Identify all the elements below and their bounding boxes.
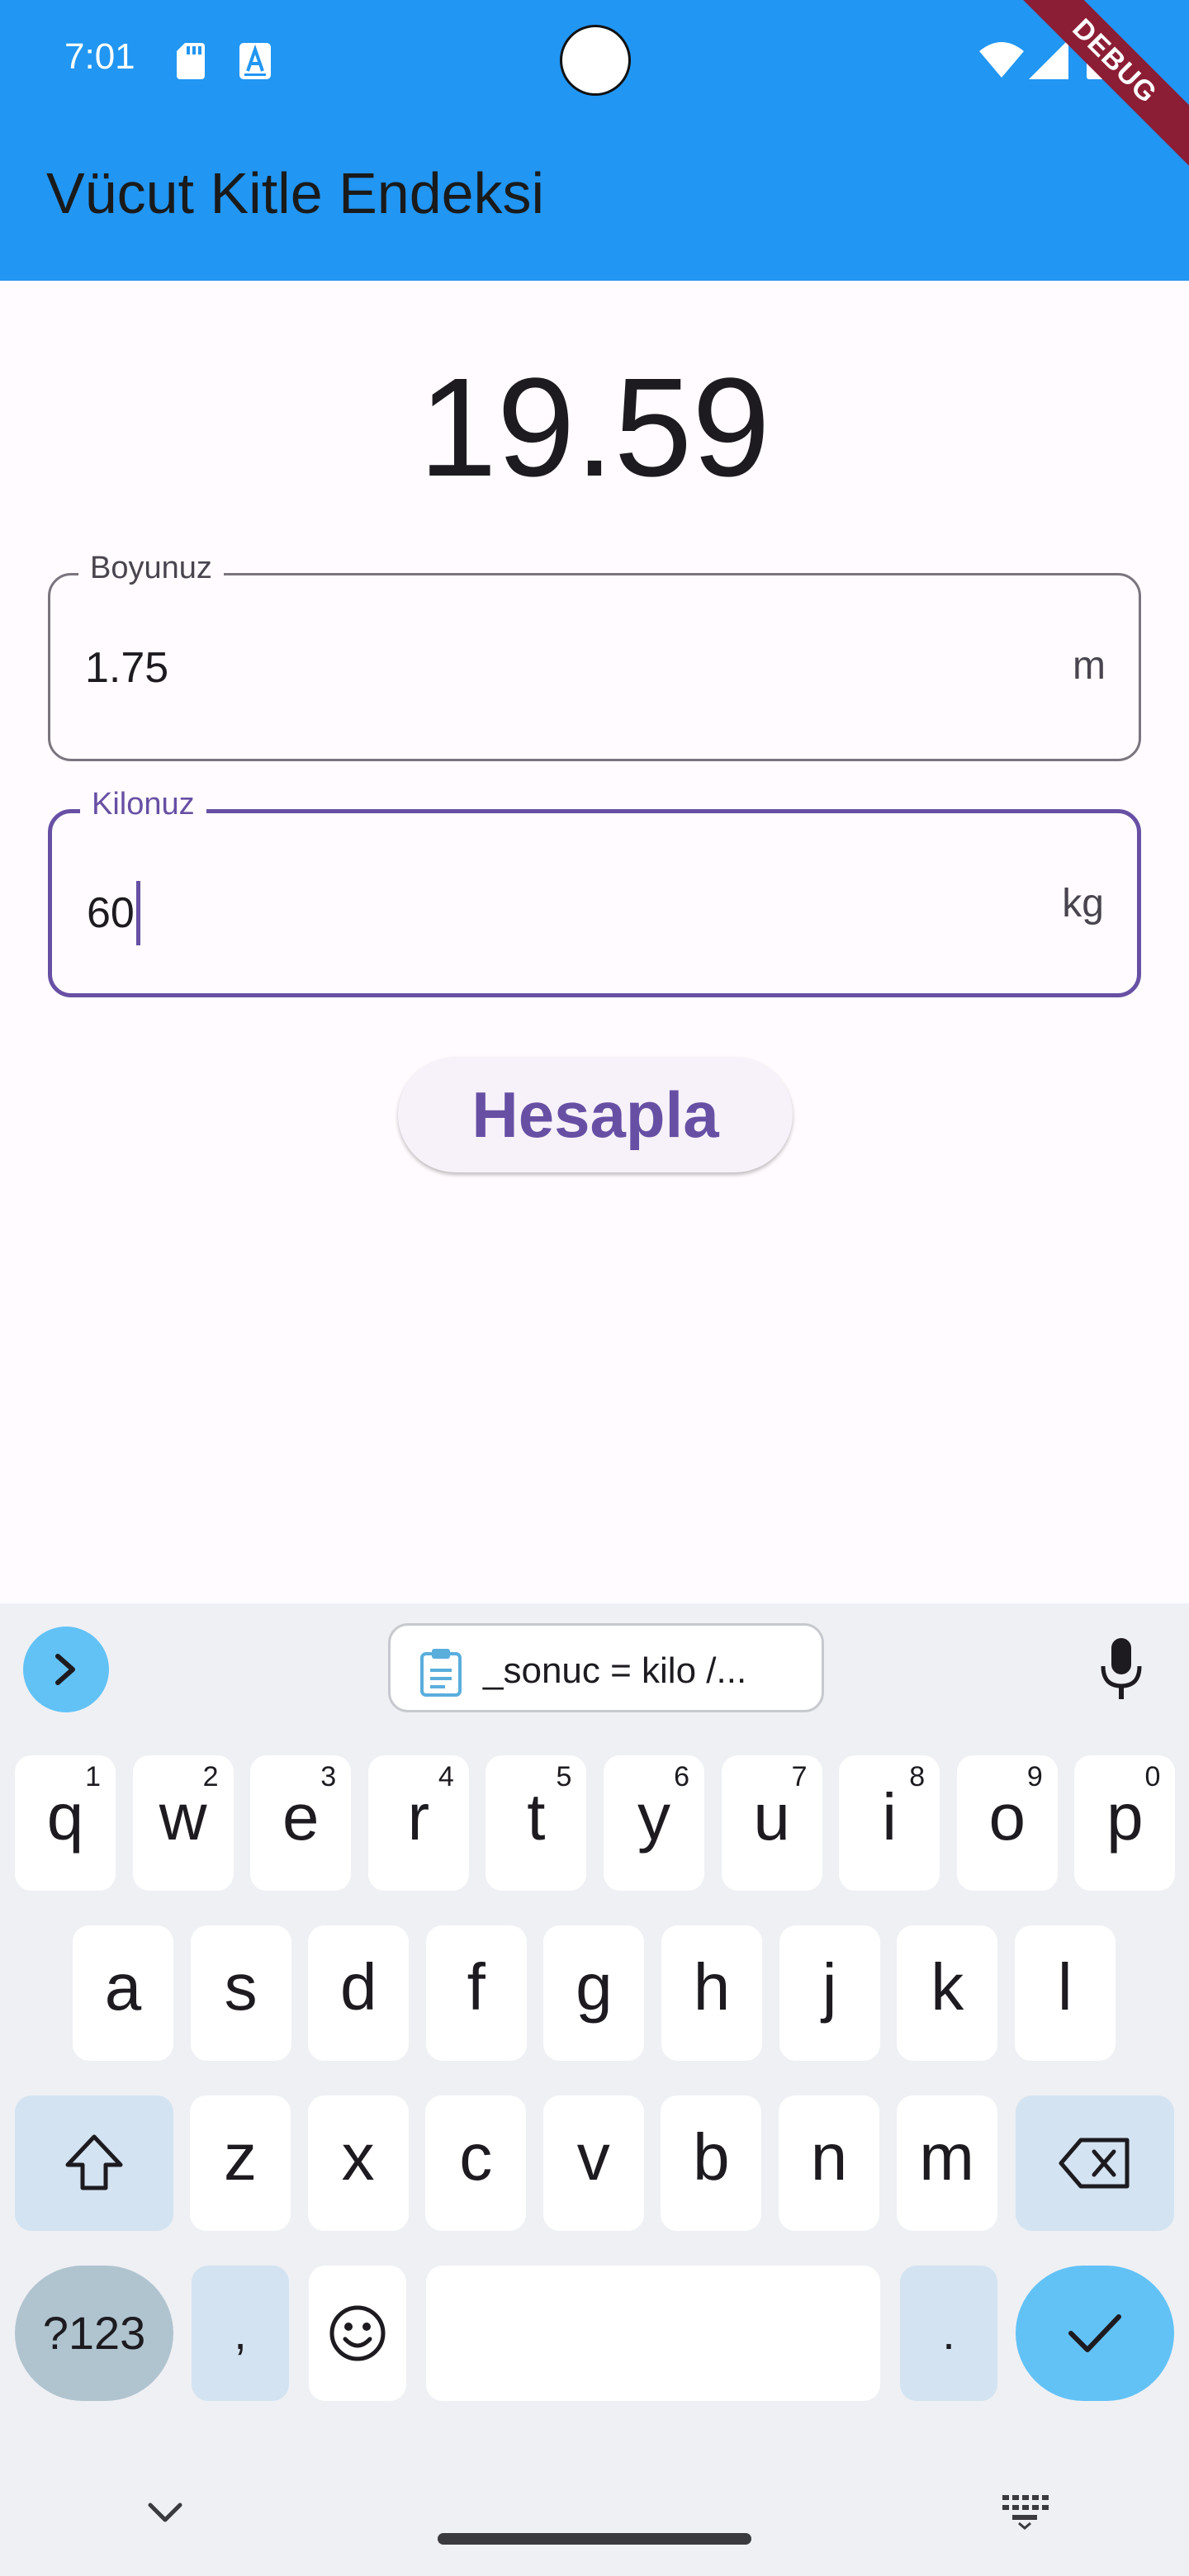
weight-field-suffix: kg: [1062, 882, 1104, 926]
shift-icon: [65, 2134, 123, 2190]
front-camera: [560, 25, 631, 96]
key-o[interactable]: o9: [956, 1755, 1058, 1891]
key-c[interactable]: c: [425, 2095, 527, 2231]
key-y[interactable]: y6: [604, 1755, 704, 1891]
key-label: o: [988, 1780, 1026, 1854]
key-hint: 1: [85, 1761, 101, 1792]
backspace-icon: [1059, 2138, 1130, 2189]
key-s[interactable]: s: [190, 1925, 291, 2061]
emoji-icon: [329, 2305, 386, 2361]
app-bar: 7:01 DEBUG Vücut Kitle Endeksi: [0, 0, 1189, 281]
height-field-suffix: m: [1073, 644, 1106, 688]
key-hint: 4: [438, 1761, 454, 1792]
key-v[interactable]: v: [542, 2095, 644, 2231]
backspace-key[interactable]: [1016, 2095, 1174, 2231]
key-k[interactable]: k: [897, 1925, 998, 2061]
height-field-label: Boyunuz: [78, 551, 224, 586]
key-hint: 7: [791, 1761, 808, 1792]
key-hint: 5: [556, 1761, 572, 1792]
clipboard-icon: [420, 1649, 462, 1697]
chevron-right-icon: [55, 1654, 75, 1685]
key-hint: 2: [202, 1761, 219, 1792]
key-d[interactable]: d: [308, 1925, 410, 2061]
key-u[interactable]: u7: [721, 1755, 822, 1891]
key-l[interactable]: l: [1014, 1925, 1116, 2061]
key-r[interactable]: r4: [367, 1755, 469, 1891]
key-x[interactable]: x: [307, 2095, 409, 2231]
shift-key[interactable]: [15, 2095, 173, 2231]
key-b[interactable]: b: [661, 2095, 762, 2231]
key-e[interactable]: e3: [250, 1755, 352, 1891]
space-key[interactable]: [426, 2266, 880, 2401]
clipboard-suggestion-text: _sonuc = kilo /...: [483, 1650, 747, 1691]
key-h[interactable]: h: [661, 1925, 762, 2061]
key-p[interactable]: p0: [1074, 1755, 1176, 1891]
key-i[interactable]: i8: [839, 1755, 940, 1891]
key-a[interactable]: a: [73, 1925, 173, 2061]
key-label: e: [282, 1780, 320, 1854]
key-t[interactable]: t5: [486, 1755, 587, 1891]
gesture-handle[interactable]: [438, 2533, 751, 2545]
status-bar: 7:01: [0, 0, 1189, 124]
wifi-icon: [979, 42, 1024, 78]
key-label: r: [407, 1780, 430, 1854]
symbols-key[interactable]: ?123: [15, 2266, 173, 2401]
key-g[interactable]: g: [543, 1925, 645, 2061]
key-n[interactable]: n: [779, 2095, 879, 2231]
key-label: u: [753, 1780, 790, 1854]
emoji-key[interactable]: [309, 2266, 406, 2401]
key-label: q: [46, 1780, 84, 1854]
page-title: Vücut Kitle Endeksi: [46, 161, 545, 225]
calculate-button[interactable]: Hesapla: [398, 1057, 793, 1172]
key-hint: 8: [909, 1761, 926, 1792]
signal-icon: [1029, 40, 1068, 79]
sd-card-icon: [177, 43, 205, 79]
clipboard-suggestion[interactable]: _sonuc = kilo /...: [388, 1623, 824, 1712]
mic-icon[interactable]: [1098, 1636, 1144, 1702]
key-hint: 0: [1144, 1761, 1161, 1792]
key-label: p: [1106, 1780, 1144, 1854]
soft-keyboard: _sonuc = kilo /... ?123 , . q 1 w 2 e 3 …: [0, 1603, 1189, 2576]
weight-field[interactable]: Kilonuz 60 kg: [48, 787, 1141, 997]
status-time: 7:01: [64, 36, 135, 77]
key-f[interactable]: f: [425, 1925, 527, 2061]
text-a-icon: [239, 43, 271, 79]
keyboard-expand-button[interactable]: [23, 1627, 109, 1712]
height-field-value[interactable]: 1.75: [85, 643, 168, 693]
weight-field-value[interactable]: 60: [87, 881, 140, 945]
enter-key[interactable]: [1016, 2266, 1174, 2401]
key-m[interactable]: m: [896, 2095, 997, 2231]
key-label: y: [637, 1780, 670, 1854]
check-icon: [1068, 2314, 1121, 2352]
comma-key[interactable]: ,: [192, 2266, 289, 2401]
bmi-result: 19.59: [419, 349, 770, 506]
height-field[interactable]: Boyunuz 1.75 m: [48, 551, 1141, 761]
key-hint: 3: [320, 1761, 337, 1792]
key-z[interactable]: z: [190, 2095, 291, 2231]
key-label: w: [159, 1780, 207, 1854]
text-caret: [135, 881, 140, 945]
key-j[interactable]: j: [779, 1925, 880, 2061]
key-hint: 6: [674, 1761, 689, 1792]
chevron-down-icon[interactable]: [147, 2500, 183, 2525]
weight-field-label: Kilonuz: [80, 787, 206, 822]
key-label: t: [527, 1780, 546, 1854]
key-w[interactable]: w2: [132, 1755, 234, 1891]
period-key[interactable]: .: [900, 2266, 997, 2401]
key-label: i: [882, 1780, 898, 1854]
key-hint: 9: [1026, 1761, 1043, 1792]
keyboard-icon[interactable]: [1001, 2492, 1049, 2530]
key-q[interactable]: q1: [15, 1755, 116, 1891]
